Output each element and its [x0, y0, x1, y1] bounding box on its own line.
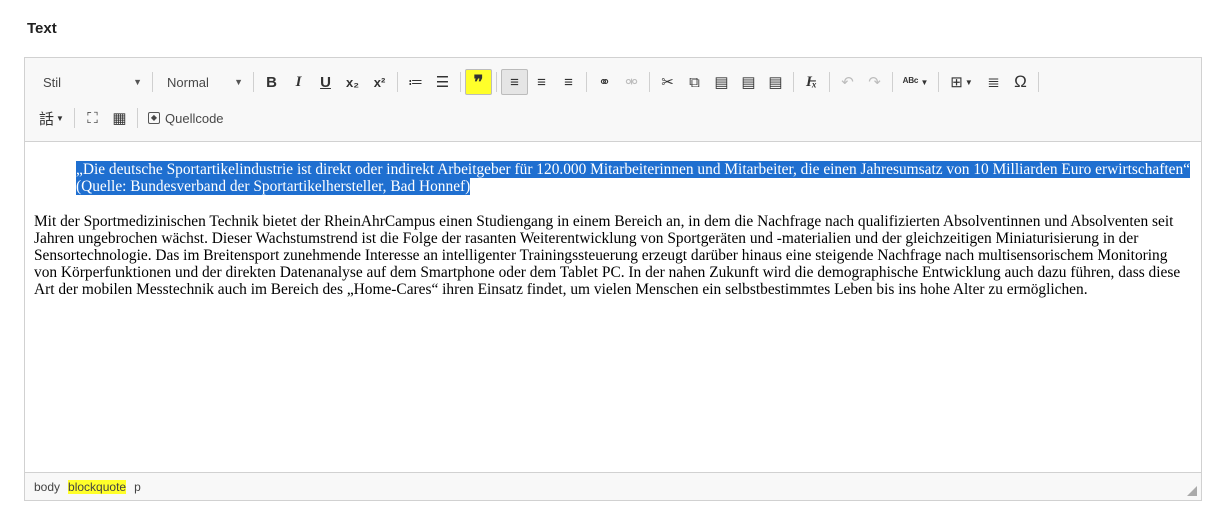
undo-button[interactable]: ↶ — [834, 69, 861, 95]
special-char-button[interactable]: Ω — [1007, 69, 1034, 95]
chevron-down-icon: ▼ — [133, 77, 142, 87]
cut-button[interactable]: ✂ — [654, 69, 681, 95]
editor-content[interactable]: „Die deutsche Sportartikelindustrie ist … — [25, 143, 1201, 474]
format-combo[interactable]: Normal ▼ — [157, 70, 249, 94]
body-paragraph[interactable]: Mit der Sportmedizinischen Technik biete… — [34, 213, 1192, 298]
toolbar-separator — [938, 72, 939, 92]
align-center-button[interactable]: ≡ — [528, 69, 555, 95]
superscript-button[interactable]: x² — [366, 69, 393, 95]
paste-word-button[interactable]: ▤ — [762, 69, 789, 95]
numbered-list-button[interactable]: ≔ — [402, 69, 429, 95]
table-icon: ⊞ — [950, 74, 963, 91]
redo-button[interactable]: ↷ — [861, 69, 888, 95]
unlink-button[interactable]: ⚮ — [618, 69, 645, 95]
language-icon: 話 — [39, 110, 55, 128]
chevron-down-icon: ▼ — [920, 77, 929, 87]
bold-button[interactable]: B — [258, 69, 285, 95]
source-button[interactable]: ◆ Quellcode — [142, 105, 230, 131]
align-right-button[interactable]: ≡ — [555, 69, 582, 95]
toolbar-separator — [586, 72, 587, 92]
toolbar-separator — [397, 72, 398, 92]
link-button[interactable]: ⚭ — [591, 69, 618, 95]
element-path-bar: body blockquote p — [25, 472, 1201, 500]
spellcheck-button[interactable]: ᴬᴮᶜ ▼ — [897, 69, 934, 95]
maximize-button[interactable]: ⛶ — [79, 105, 106, 131]
toolbar-separator — [829, 72, 830, 92]
italic-button[interactable]: I — [285, 69, 312, 95]
chevron-down-icon: ▼ — [964, 77, 973, 87]
toolbar-separator — [793, 72, 794, 92]
selected-quote-text: „Die deutsche Sportartikelindustrie ist … — [76, 161, 1191, 195]
toolbar-separator — [253, 72, 254, 92]
toolbar-row-2: 話 ▼ ⛶ ▦ ◆ Quellcode — [33, 103, 1193, 133]
editor-toolbar: Stil ▼ Normal ▼ B I U x₂ x² ≔ ☰ ❞ ≡ ≡ ≡ … — [25, 58, 1201, 142]
toolbar-separator — [152, 72, 153, 92]
align-left-button[interactable]: ≡ — [501, 69, 528, 95]
chevron-down-icon: ▼ — [234, 77, 243, 87]
remove-format-button[interactable]: I̶ₓ — [798, 69, 825, 95]
path-item-p[interactable]: p — [134, 480, 141, 494]
rich-text-editor[interactable]: Stil ▼ Normal ▼ B I U x₂ x² ≔ ☰ ❞ ≡ ≡ ≡ … — [24, 57, 1202, 501]
field-label: Text — [27, 20, 57, 37]
path-item-body[interactable]: body — [34, 480, 60, 494]
paste-button[interactable]: ▤ — [708, 69, 735, 95]
table-button[interactable]: ⊞ ▼ — [943, 69, 980, 95]
language-button[interactable]: 話 ▼ — [33, 105, 70, 131]
copy-button[interactable]: ⧉ — [681, 69, 708, 95]
blockquote[interactable]: „Die deutsche Sportartikelindustrie ist … — [76, 161, 1192, 195]
toolbar-row-1: Stil ▼ Normal ▼ B I U x₂ x² ≔ ☰ ❞ ≡ ≡ ≡ … — [33, 67, 1193, 97]
toolbar-separator — [1038, 72, 1039, 92]
horizontal-line-button[interactable]: ≣ — [980, 69, 1007, 95]
toolbar-separator — [460, 72, 461, 92]
source-button-label: Quellcode — [165, 110, 224, 126]
style-combo-label: Stil — [43, 74, 62, 90]
spellcheck-icon: ᴬᴮᶜ — [902, 75, 919, 89]
toolbar-separator — [496, 72, 497, 92]
underline-button[interactable]: U — [312, 69, 339, 95]
source-icon: ◆ — [148, 112, 160, 124]
style-combo[interactable]: Stil ▼ — [33, 70, 148, 94]
bulleted-list-button[interactable]: ☰ — [429, 69, 456, 95]
resize-handle-icon[interactable] — [1187, 486, 1197, 496]
toolbar-separator — [649, 72, 650, 92]
format-combo-label: Normal — [167, 74, 209, 90]
toolbar-separator — [892, 72, 893, 92]
paste-text-button[interactable]: ▤ — [735, 69, 762, 95]
toolbar-separator — [74, 108, 75, 128]
show-blocks-button[interactable]: ▦ — [106, 105, 133, 131]
subscript-button[interactable]: x₂ — [339, 69, 366, 95]
toolbar-separator — [137, 108, 138, 128]
blockquote-button[interactable]: ❞ — [465, 69, 492, 95]
chevron-down-icon: ▼ — [56, 113, 64, 123]
path-item-blockquote[interactable]: blockquote — [68, 479, 127, 494]
